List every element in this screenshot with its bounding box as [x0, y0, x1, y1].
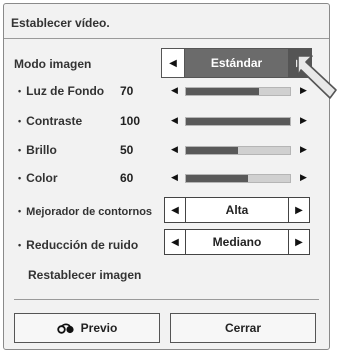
edge-enhancer-value: Alta — [225, 203, 249, 217]
slider-value: 50 — [120, 143, 134, 157]
close-button[interactable]: Cerrar — [170, 313, 316, 343]
bullet-icon: • — [18, 86, 22, 96]
left-arrow-icon[interactable]: ◀ — [171, 172, 178, 183]
edge-enhancer-label-text: Mejorador de contornos — [26, 206, 153, 218]
right-arrow-icon: ▶ — [295, 236, 303, 248]
right-arrow-icon[interactable]: ▶ — [300, 115, 307, 126]
bullet-icon: • — [18, 173, 22, 183]
slider-fill — [186, 88, 259, 95]
hand-pointer-icon — [296, 52, 342, 107]
edge-enhancer-prev-button[interactable]: ◀ — [165, 198, 186, 222]
left-arrow-icon: ◀ — [171, 236, 179, 248]
slider-value: 60 — [120, 171, 134, 185]
slider-label: • Luz de Fondo — [18, 84, 104, 98]
slider-label: • Brillo — [18, 143, 57, 157]
left-arrow-icon[interactable]: ◀ — [171, 85, 178, 96]
previous-button[interactable]: Previo — [14, 313, 160, 343]
slider-backlight[interactable]: • Luz de Fondo 70 ◀ ▶ — [4, 84, 331, 102]
back-arrow-icon — [56, 323, 75, 334]
bullet-icon: • — [18, 145, 22, 155]
slider-contrast[interactable]: • Contraste 100 ◀ ▶ — [4, 114, 331, 132]
slider-track[interactable] — [185, 146, 291, 155]
noise-reduction-selector[interactable]: ◀ Mediano ▶ — [164, 229, 310, 255]
previous-button-label: Previo — [80, 321, 118, 335]
dialog-title: Establecer vídeo. — [11, 16, 110, 30]
noise-reduction-prev-button[interactable]: ◀ — [165, 230, 186, 254]
bullet-icon: • — [18, 116, 22, 126]
slider-label-text: Brillo — [26, 143, 57, 157]
slider-label-text: Contraste — [26, 114, 83, 128]
noise-reduction-label-text: Reducción de ruido — [26, 238, 139, 252]
slider-value: 70 — [120, 84, 134, 98]
noise-reduction-label: • Reducción de ruido — [18, 238, 138, 252]
picture-mode-value: Estándar — [185, 49, 288, 77]
reset-picture-button[interactable]: Restablecer imagen — [28, 268, 141, 282]
bullet-icon: • — [18, 206, 22, 216]
right-arrow-icon[interactable]: ▶ — [300, 144, 307, 155]
title-divider — [4, 38, 329, 39]
slider-track[interactable] — [185, 174, 291, 183]
slider-label: • Contraste — [18, 114, 82, 128]
footer-divider — [14, 299, 319, 300]
left-arrow-icon: ◀ — [169, 57, 177, 69]
left-arrow-icon[interactable]: ◀ — [171, 144, 178, 155]
bullet-icon: • — [18, 240, 22, 250]
right-arrow-icon[interactable]: ▶ — [300, 172, 307, 183]
edge-enhancer-next-button[interactable]: ▶ — [288, 198, 309, 222]
picture-mode-selector[interactable]: ◀ Estándar ▶ — [161, 48, 312, 78]
slider-label: • Color — [18, 171, 58, 185]
left-arrow-icon[interactable]: ◀ — [171, 115, 178, 126]
slider-label-text: Luz de Fondo — [26, 84, 105, 98]
slider-brightness[interactable]: • Brillo 50 ◀ ▶ — [4, 143, 331, 161]
edge-enhancer-label: • Mejorador de contornos — [18, 206, 152, 218]
picture-settings-dialog: Establecer vídeo. Modo imagen ◀ Estándar… — [3, 3, 330, 350]
slider-fill — [186, 118, 290, 125]
picture-mode-label: Modo imagen — [14, 57, 92, 71]
slider-fill — [186, 175, 249, 182]
slider-track[interactable] — [185, 117, 291, 126]
slider-color[interactable]: • Color 60 ◀ ▶ — [4, 171, 331, 189]
slider-fill — [186, 147, 238, 154]
left-arrow-icon: ◀ — [171, 204, 179, 216]
slider-track[interactable] — [185, 87, 291, 96]
picture-mode-prev-button[interactable]: ◀ — [162, 49, 185, 77]
noise-reduction-next-button[interactable]: ▶ — [288, 230, 309, 254]
noise-reduction-value: Mediano — [212, 235, 262, 249]
edge-enhancer-selector[interactable]: ◀ Alta ▶ — [164, 197, 310, 223]
right-arrow-icon: ▶ — [295, 204, 303, 216]
slider-label-text: Color — [26, 171, 58, 185]
slider-value: 100 — [120, 114, 141, 128]
